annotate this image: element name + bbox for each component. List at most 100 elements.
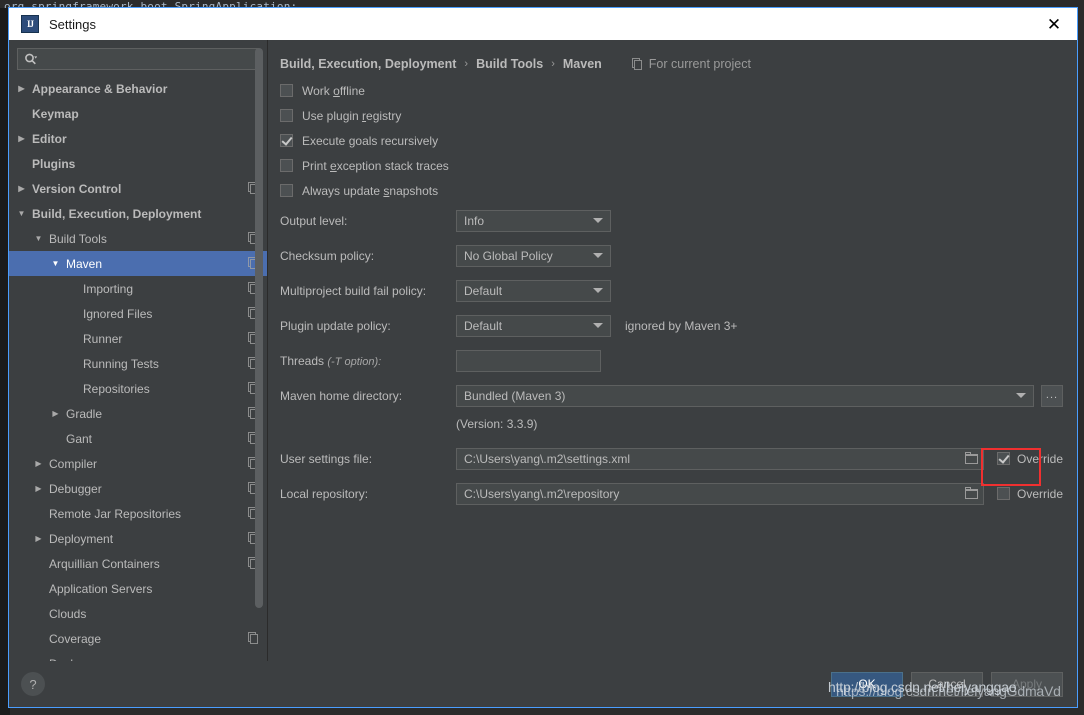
output-level-label: Output level: [280,213,348,228]
sidebar-item-clouds[interactable]: Clouds [9,601,267,626]
cancel-button[interactable]: Cancel [911,671,983,697]
sidebar-item-build-tools[interactable]: ▼ Build Tools [9,226,267,251]
sidebar-item-label: Keymap [32,106,79,121]
checkbox-row-work-offline[interactable]: Work offline [280,78,1063,103]
sidebar-item-label: Debugger [49,481,102,496]
threads-label-text: Threads [280,353,325,368]
folder-icon[interactable] [961,449,983,469]
user-settings-input[interactable]: C:\Users\yang\.m2\settings.xml [456,447,984,470]
plugin-update-policy-combo[interactable]: Default [456,314,611,337]
sidebar-item-label: Runner [83,331,123,346]
project-scope-icon [630,57,643,71]
chevron-right-icon[interactable]: ▶ [32,484,45,493]
user-settings-row: User settings file: C:\Users\yang\.m2\se… [280,441,1063,476]
sidebar-item-version-control[interactable]: ▶ Version Control [9,176,267,201]
folder-icon[interactable] [961,484,983,504]
maven-home-browse-button[interactable]: ... [1041,384,1063,407]
sidebar-item-repositories[interactable]: Repositories [9,376,267,401]
user-settings-override[interactable]: Override [996,452,1063,466]
chevron-down-icon[interactable]: ▼ [15,209,28,218]
dialog-footer: ? OK Cancel Apply [9,661,1077,707]
checksum-policy-label: Checksum policy: [280,248,375,263]
sidebar-item-debugger[interactable]: ▶ Debugger [9,476,267,501]
local-repository-override[interactable]: Override [996,487,1063,501]
settings-dialog: IJ Settings ✕ ▶ Appearance & Behavior Ke… [8,7,1078,708]
sidebar-item-application-servers[interactable]: Application Servers [9,576,267,601]
maven-home-combo[interactable]: Bundled (Maven 3) [456,384,1034,407]
local-repository-label: Local repository: [280,486,369,501]
search-input[interactable] [41,51,252,67]
checkbox-row-always-update-snapshots[interactable]: Always update snapshots [280,178,1063,203]
dialog-title: Settings [49,16,96,32]
sidebar-item-build-execution-deployment[interactable]: ▼ Build, Execution, Deployment [9,201,267,226]
checksum-policy-combo[interactable]: No Global Policy [456,244,611,267]
sidebar-item-maven[interactable]: ▼ Maven [9,251,267,276]
multiproject-policy-combo[interactable]: Default [456,279,611,302]
sidebar-item-importing[interactable]: Importing [9,276,267,301]
user-settings-override-checkbox[interactable] [996,452,1010,465]
checkbox-execute-goals-recursively[interactable] [280,134,293,147]
threads-input[interactable] [456,349,601,372]
chevron-right-icon[interactable]: ▶ [15,184,28,193]
checkbox-print-exception-stack-traces[interactable] [280,159,293,172]
sidebar-item-keymap[interactable]: Keymap [9,101,267,126]
sidebar-item-gradle[interactable]: ▶ Gradle [9,401,267,426]
sidebar-item-label: Build, Execution, Deployment [32,206,202,221]
sidebar-item-running-tests[interactable]: Running Tests [9,351,267,376]
output-level-combo[interactable]: Info [456,209,611,232]
sidebar-item-compiler[interactable]: ▶ Compiler [9,451,267,476]
breadcrumb-part-0[interactable]: Build, Execution, Deployment [280,57,456,71]
local-repository-input[interactable]: C:\Users\yang\.m2\repository [456,482,984,505]
sidebar-item-plugins[interactable]: Plugins [9,151,267,176]
breadcrumb-part-1[interactable]: Build Tools [476,57,543,71]
dialog-body: ▶ Appearance & Behavior Keymap ▶ Editor Plugi… [9,40,1077,661]
chevron-right-icon[interactable]: ▶ [32,459,45,468]
close-icon[interactable]: ✕ [1031,8,1077,40]
scope-indicator: For current project [630,57,751,71]
sidebar-item-gant[interactable]: Gant [9,426,267,451]
breadcrumb-part-2[interactable]: Maven [563,57,602,71]
multiproject-policy-row: Multiproject build fail policy: Default [280,273,1063,308]
sidebar-item-label: Ignored Files [83,306,153,321]
checksum-policy-row: Checksum policy: No Global Policy [280,238,1063,273]
maven-home-row: Maven home directory: Bundled (Maven 3) … [280,378,1063,413]
chevron-right-icon[interactable]: ▶ [15,134,28,143]
checkbox-row-use-plugin-registry[interactable]: Use plugin registry [280,103,1063,128]
dialog-titlebar: IJ Settings ✕ [9,8,1077,40]
checkbox-row-execute-goals-recursively[interactable]: Execute goals recursively [280,128,1063,153]
threads-row: Threads (-T option): [280,343,1063,378]
sidebar-item-appearance-behavior[interactable]: ▶ Appearance & Behavior [9,76,267,101]
apply-button[interactable]: Apply [991,671,1063,697]
local-repository-override-checkbox[interactable] [996,487,1010,500]
ok-button[interactable]: OK [831,671,903,697]
checkbox-use-plugin-registry[interactable] [280,109,293,122]
sidebar-item-remote-jar-repositories[interactable]: Remote Jar Repositories [9,501,267,526]
sidebar-item-coverage[interactable]: Coverage [9,626,267,651]
checkbox-label: Always update snapshots [302,183,439,198]
chevron-down-icon[interactable]: ▼ [49,259,62,268]
settings-tree[interactable]: ▶ Appearance & Behavior Keymap ▶ Editor Plugi… [9,76,267,661]
checkbox-work-offline[interactable] [280,84,293,97]
maven-home-value: Bundled (Maven 3) [464,388,566,403]
sidebar-item-runner[interactable]: Runner [9,326,267,351]
sidebar-item-arquillian-containers[interactable]: Arquillian Containers [9,551,267,576]
search-box[interactable] [17,48,259,70]
chevron-right-icon[interactable]: ▶ [15,84,28,93]
sidebar-item-label: Coverage [49,631,102,646]
sidebar-item-deployment[interactable]: ▶ Deployment [9,526,267,551]
checkbox-row-print-exception-stack-traces[interactable]: Print exception stack traces [280,153,1063,178]
help-button[interactable]: ? [21,672,45,696]
chevron-right-icon[interactable]: ▶ [32,534,45,543]
sidebar-item-docker[interactable]: ▶Docker [9,651,267,662]
chevron-right-icon[interactable]: ▶ [49,409,62,418]
maven-home-label: Maven home directory: [280,388,403,403]
chevron-down-icon[interactable]: ▼ [32,234,45,243]
chevron-down-icon [593,323,603,328]
sidebar-scrollbar-track[interactable] [255,42,265,659]
sidebar-scrollbar-thumb[interactable] [255,48,263,608]
checkbox-always-update-snapshots[interactable] [280,184,293,197]
sidebar-item-label: Gant [66,431,93,446]
sidebar-item-label: Build Tools [49,231,107,246]
sidebar-item-ignored-files[interactable]: Ignored Files [9,301,267,326]
sidebar-item-editor[interactable]: ▶ Editor [9,126,267,151]
